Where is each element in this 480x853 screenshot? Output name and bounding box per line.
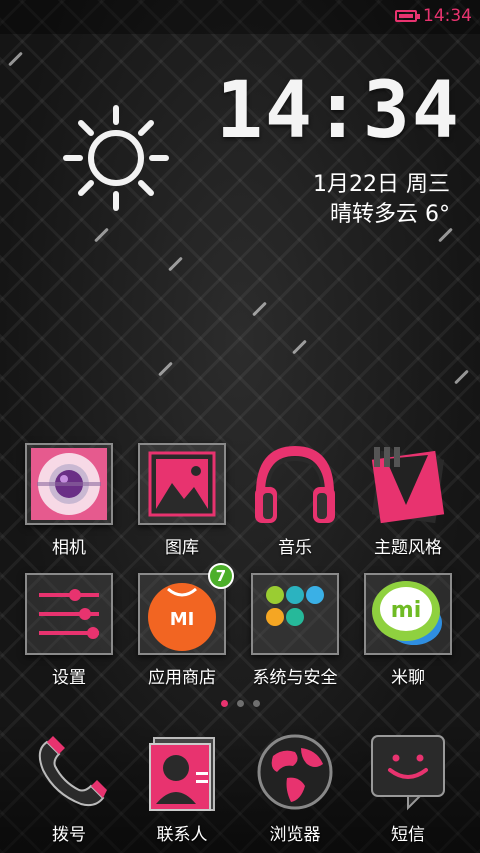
app-label: 短信 [391, 825, 425, 845]
mitalk-icon-wrap: mi [364, 573, 452, 655]
status-bar: 14:34 [0, 0, 480, 34]
system-security-icon-wrap [251, 573, 339, 655]
app-system-security[interactable]: 系统与安全 [240, 573, 350, 688]
dock-contacts[interactable]: 联系人 [127, 730, 237, 845]
globe-icon [257, 734, 333, 810]
system-security-icon [266, 586, 324, 626]
app-theme[interactable]: 主题风格 [353, 443, 463, 558]
app-mitalk[interactable]: mi 米聊 [353, 573, 463, 688]
app-label: 联系人 [156, 825, 208, 845]
app-camera[interactable]: 相机 [14, 443, 124, 558]
status-time: 14:34 [423, 6, 472, 26]
notification-badge: 7 [208, 563, 234, 589]
gallery-icon [148, 451, 216, 517]
headphones-icon [255, 445, 335, 523]
app-label: 拨号 [52, 825, 86, 845]
app-label: 设置 [52, 668, 86, 688]
phone-icon [38, 736, 107, 807]
svg-text:mi: mi [391, 598, 421, 623]
streak-decoration [292, 339, 307, 355]
dock-messages[interactable]: 短信 [353, 730, 463, 845]
battery-icon [395, 10, 420, 22]
page-dot-active[interactable] [220, 700, 228, 707]
page-indicator[interactable] [0, 700, 480, 707]
status-right: 14:34 [395, 6, 472, 26]
app-gallery[interactable]: 图库 [127, 443, 237, 558]
streak-decoration [454, 369, 469, 385]
streak-decoration [438, 227, 453, 243]
camera-icon [31, 448, 107, 520]
theme-icon-wrap [364, 443, 452, 525]
message-icon-wrap [364, 730, 452, 812]
music-icon-wrap [251, 443, 339, 525]
contacts-icon-wrap [138, 730, 226, 812]
app-label: 音乐 [278, 538, 312, 558]
date-text: 1月22日 周三 [313, 172, 450, 197]
dock-browser[interactable]: 浏览器 [240, 730, 350, 845]
streak-decoration [94, 227, 109, 243]
mi-store-icon-wrap: MI 7 [138, 563, 234, 655]
app-label: 系统与安全 [252, 668, 338, 688]
streak-decoration [8, 51, 23, 67]
streak-decoration [158, 361, 173, 377]
camera-icon-wrap [25, 443, 113, 525]
weather-text: 晴转多云 6° [330, 202, 450, 227]
contacts-icon [149, 737, 215, 811]
mi-store-icon: MI [148, 583, 216, 651]
dock-phone[interactable]: 拨号 [14, 730, 124, 845]
mitalk-icon: mi [372, 581, 442, 645]
message-icon [371, 735, 445, 811]
clock-time: 14:34 [216, 66, 461, 156]
page-dot[interactable] [252, 700, 260, 707]
app-label: 应用商店 [148, 668, 216, 688]
app-settings[interactable]: 设置 [14, 573, 124, 688]
app-store[interactable]: MI 7 应用商店 [127, 563, 237, 688]
app-music[interactable]: 音乐 [240, 443, 350, 558]
app-label: 图库 [165, 538, 199, 558]
globe-icon-wrap [251, 730, 339, 812]
gallery-icon-wrap [138, 443, 226, 525]
app-label: 主题风格 [374, 538, 442, 558]
settings-icon-wrap [25, 573, 113, 655]
app-label: 浏览器 [269, 825, 321, 845]
streak-decoration [252, 301, 267, 317]
app-label: 米聊 [391, 668, 425, 688]
app-label: 相机 [52, 538, 86, 558]
sun-icon [63, 105, 169, 211]
theme-icon [371, 447, 445, 524]
svg-text:MI: MI [170, 609, 195, 630]
settings-icon [39, 589, 99, 639]
streak-decoration [168, 256, 183, 272]
page-dot[interactable] [236, 700, 244, 707]
phone-icon-wrap [25, 730, 113, 812]
